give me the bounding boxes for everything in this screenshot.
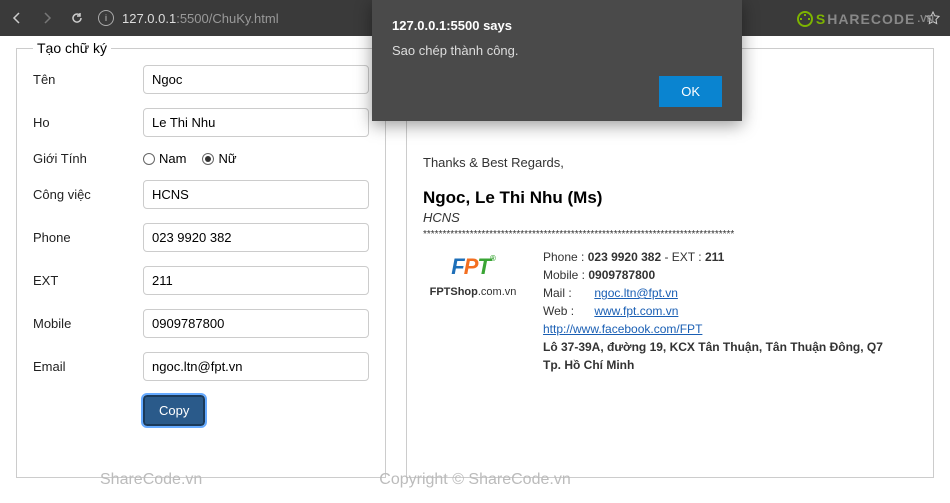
alert-ok-button[interactable]: OK <box>659 76 722 107</box>
alert-title: 127.0.0.1:5500 says <box>392 18 722 33</box>
back-button[interactable] <box>8 9 26 27</box>
signature-name: Ngoc, Le Thi Nhu (Ms) <box>423 188 917 208</box>
signature-role: HCNS <box>423 210 917 225</box>
form-legend: Tạo chữ ký <box>33 40 111 56</box>
info-icon: i <box>98 10 114 26</box>
label-email: Email <box>33 359 143 374</box>
copy-button[interactable]: Copy <box>143 395 205 426</box>
label-gioitinh: Giới Tính <box>33 151 143 166</box>
fpt-logo: FPT® <box>423 254 523 280</box>
web-link[interactable]: www.fpt.com.vn <box>594 304 678 318</box>
label-ho: Ho <box>33 115 143 130</box>
input-ten[interactable] <box>143 65 369 94</box>
input-mobile[interactable] <box>143 309 369 338</box>
signature-info: Phone : 023 9920 382 - EXT : 211 Mobile … <box>543 248 883 374</box>
url-text: 127.0.0.1:5500/ChuKy.html <box>122 11 279 26</box>
label-ten: Tên <box>33 72 143 87</box>
input-phone[interactable] <box>143 223 369 252</box>
label-congviec: Công việc <box>33 187 143 202</box>
label-phone: Phone <box>33 230 143 245</box>
input-ho[interactable] <box>143 108 369 137</box>
sharecode-logo: SHARECODE.VN <box>796 10 934 28</box>
alert-dialog: 127.0.0.1:5500 says Sao chép thành công.… <box>372 0 742 121</box>
forward-button[interactable] <box>38 9 56 27</box>
radio-nu[interactable]: Nữ <box>202 151 236 166</box>
input-ext[interactable] <box>143 266 369 295</box>
fpt-logo-col: FPT® FPTShop.com.vn <box>423 248 523 374</box>
radio-nam[interactable]: Nam <box>143 151 186 166</box>
facebook-link[interactable]: http://www.facebook.com/FPT <box>543 322 702 336</box>
alert-message: Sao chép thành công. <box>392 43 722 58</box>
label-ext: EXT <box>33 273 143 288</box>
form-panel: Tạo chữ ký Tên Ho Giới Tính Nam Nữ Công … <box>16 48 386 478</box>
label-mobile: Mobile <box>33 316 143 331</box>
refresh-button[interactable] <box>68 9 86 27</box>
input-congviec[interactable] <box>143 180 369 209</box>
mail-link[interactable]: ngoc.ltn@fpt.vn <box>594 286 678 300</box>
input-email[interactable] <box>143 352 369 381</box>
regards-text: Thanks & Best Regards, <box>423 155 917 170</box>
signature-divider: ****************************************… <box>423 229 917 240</box>
fptshop-text: FPTShop.com.vn <box>423 286 523 298</box>
